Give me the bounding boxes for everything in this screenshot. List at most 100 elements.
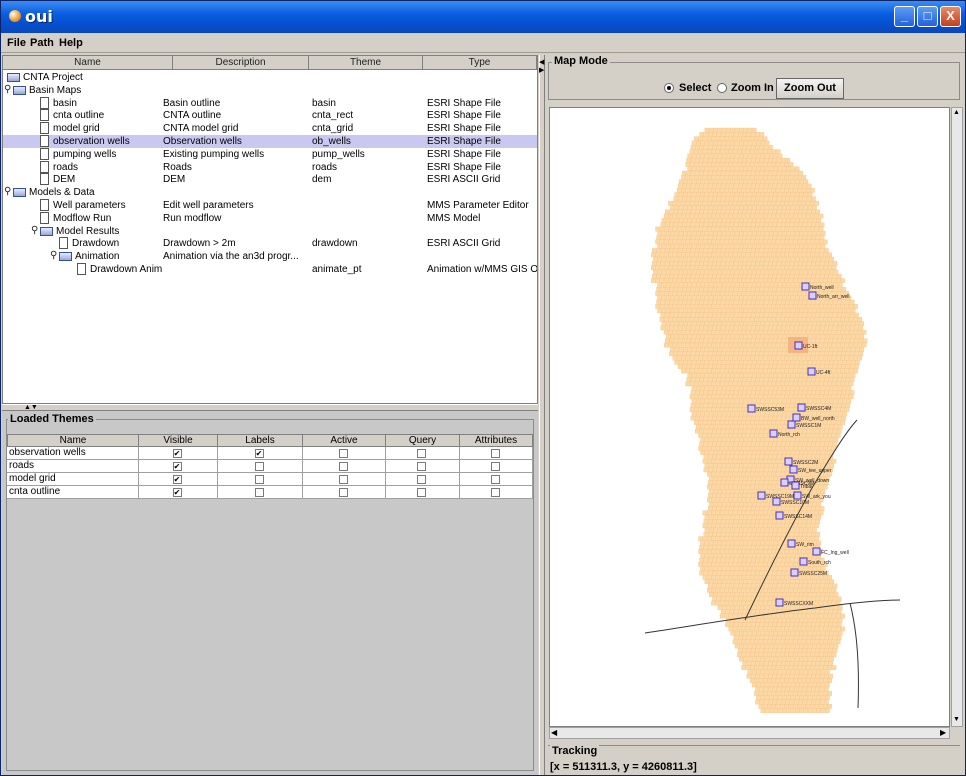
tree-row[interactable]: ⚲ Models & Data (3, 186, 537, 199)
themes-table-row[interactable]: roads ✔ (7, 460, 533, 473)
scroll-down-arrow[interactable]: ▼ (953, 716, 960, 724)
tree-row[interactable]: ⚲ Basin Maps (3, 84, 537, 97)
tree-row[interactable]: DEM DEM dem ESRI ASCII Grid (3, 173, 537, 186)
select-radio-label[interactable]: Select (679, 82, 711, 94)
grid-cell (782, 527, 787, 533)
splitter-right-arrow[interactable]: ▶ (539, 67, 544, 74)
tree-row[interactable]: Drawdown Anim animate_pt Animation w/MMS G… (3, 263, 537, 276)
minimize-button[interactable]: _ (894, 6, 915, 27)
scroll-left-arrow[interactable]: ◀ (551, 729, 557, 737)
grid-cell (734, 282, 740, 288)
map-svg[interactable]: North_wellNorth_arr_wellUC-1ftUC-4ftSWSS… (550, 108, 950, 727)
labels-checkbox[interactable]: ✔ (254, 449, 264, 458)
themes-col-active[interactable]: Active (303, 434, 386, 447)
scroll-right-arrow[interactable]: ▶ (940, 729, 946, 737)
grid-cell (721, 153, 727, 159)
tree-row[interactable]: roads Roads roads ESRI Shape File (3, 160, 537, 174)
active-checkbox[interactable] (338, 449, 348, 458)
tree-row[interactable]: CNTA Project (3, 71, 537, 84)
grid-cell (810, 433, 815, 438)
visible-checkbox[interactable]: ✔ (172, 462, 182, 471)
grid-cell (703, 235, 709, 240)
grid-cell (702, 265, 708, 271)
attributes-checkbox[interactable] (490, 488, 500, 497)
grid-cell (841, 351, 846, 357)
grid-cell (708, 450, 714, 455)
grid-cell (729, 428, 735, 434)
active-checkbox[interactable] (338, 475, 348, 484)
labels-checkbox[interactable] (254, 488, 264, 497)
map-vertical-scrollbar[interactable]: ▲ ▼ (951, 107, 963, 727)
grid-cell (816, 579, 822, 584)
tree-col-type[interactable]: Type (423, 56, 537, 70)
zoom-in-radio[interactable] (717, 83, 727, 93)
tree-row[interactable]: Drawdown Drawdown > 2m drawdown ESRI ASCII … (3, 237, 537, 250)
tree-col-name[interactable]: Name (3, 56, 173, 70)
query-checkbox[interactable] (417, 488, 426, 497)
query-checkbox[interactable] (417, 462, 426, 471)
horizontal-splitter[interactable]: ▲▼ (2, 404, 538, 411)
title-bar[interactable]: oui _ □ X (1, 1, 965, 33)
menu-file[interactable]: File (7, 37, 26, 49)
menu-path[interactable]: Path (30, 37, 54, 49)
expand-pin-icon[interactable]: ⚲ (4, 186, 11, 198)
themes-col-query[interactable]: Query (386, 434, 460, 447)
themes-col-name[interactable]: Name (7, 434, 139, 447)
expand-pin-icon[interactable]: ⚲ (50, 250, 57, 262)
themes-col-attributes[interactable]: Attributes (460, 434, 533, 447)
labels-checkbox[interactable] (254, 475, 264, 484)
close-button[interactable]: X (940, 6, 961, 27)
labels-checkbox[interactable] (254, 462, 264, 471)
themes-table-row[interactable]: observation wells ✔ ✔ (7, 447, 533, 460)
expand-pin-icon[interactable]: ⚲ (31, 225, 38, 237)
attributes-checkbox[interactable] (490, 475, 500, 484)
zoom-out-button[interactable]: Zoom Out (776, 78, 844, 99)
query-checkbox[interactable] (417, 449, 426, 458)
grid-cell (739, 385, 744, 391)
tree-row[interactable]: basin Basin outline basin ESRI Shape File (3, 96, 537, 110)
visible-checkbox[interactable]: ✔ (172, 475, 182, 484)
menu-help[interactable]: Help (59, 37, 83, 49)
splitter-left-arrow[interactable]: ◀ (539, 59, 544, 66)
active-checkbox[interactable] (338, 488, 348, 497)
tree-col-theme[interactable]: Theme (309, 56, 423, 70)
select-radio[interactable] (664, 83, 674, 93)
grid-cell (733, 544, 739, 550)
map-canvas[interactable]: North_well North_arr_well UC-1ft UC-4ft SWSS… (549, 107, 950, 727)
map-horizontal-scrollbar[interactable]: ◀ ▶ (549, 727, 950, 739)
vertical-splitter[interactable]: ◀ ▶ (539, 55, 545, 775)
tree-row[interactable]: pumping wells Existing pumping wells pump_… (3, 147, 537, 161)
tree-row[interactable]: ⚲ Model Results (3, 225, 537, 238)
grid-cell (764, 192, 770, 197)
grid-cell (755, 390, 760, 395)
themes-table-row[interactable]: cnta outline ✔ (7, 486, 533, 499)
doc-icon (40, 96, 49, 109)
themes-table-row[interactable]: model grid ✔ (7, 473, 533, 486)
grid-cell (721, 360, 727, 365)
grid-cell (670, 231, 675, 236)
grid-cell (737, 626, 742, 632)
tree-row[interactable]: cnta outline CNTA outline cnta_rect ESRI Sh… (3, 109, 537, 122)
tree-col-description[interactable]: Description (173, 56, 309, 70)
grid-cell (764, 218, 770, 223)
visible-checkbox[interactable]: ✔ (172, 449, 182, 458)
themes-col-visible[interactable]: Visible (139, 434, 218, 447)
maximize-button[interactable]: □ (917, 6, 938, 27)
tree-row[interactable]: model grid CNTA model grid cnta_grid ESRI S… (3, 122, 537, 135)
zoom-in-radio-label[interactable]: Zoom In (731, 82, 774, 94)
tree-row[interactable]: observation wells Observation wells ob_wel… (3, 135, 537, 148)
grid-cell (732, 162, 738, 167)
query-checkbox[interactable] (417, 475, 426, 484)
tree-row[interactable]: Well parameters Edit well parameters MMS P… (3, 199, 537, 212)
grid-cell (689, 278, 695, 283)
attributes-checkbox[interactable] (490, 462, 500, 471)
visible-checkbox[interactable]: ✔ (172, 488, 182, 497)
expand-pin-icon[interactable]: ⚲ (4, 84, 11, 96)
active-checkbox[interactable] (338, 462, 348, 471)
tree-row[interactable]: Modflow Run Run modflow MMS Model (3, 211, 537, 225)
grid-cell (760, 385, 766, 391)
attributes-checkbox[interactable] (490, 449, 500, 458)
tree-row[interactable]: ⚲ Animation Animation via the an3d progr..… (3, 250, 537, 263)
themes-col-labels[interactable]: Labels (218, 434, 303, 447)
scroll-up-arrow[interactable]: ▲ (953, 109, 960, 117)
